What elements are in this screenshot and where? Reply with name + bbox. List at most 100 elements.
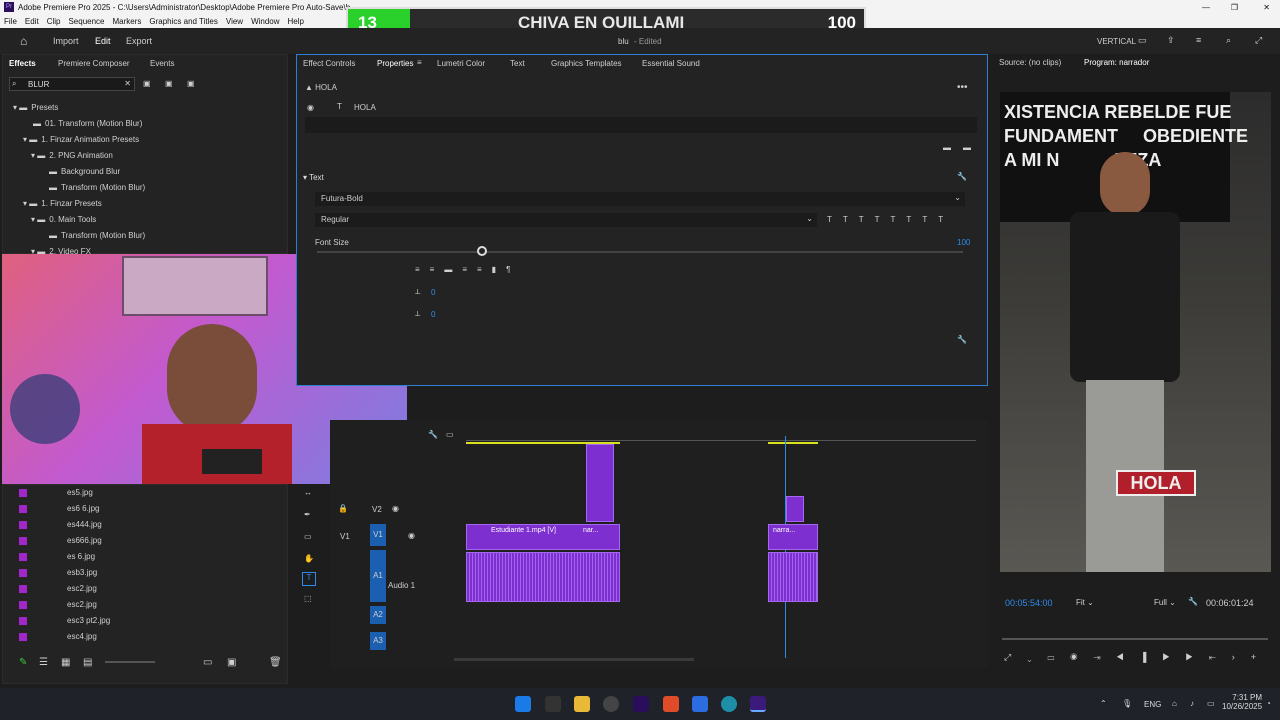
notepad-icon[interactable] bbox=[692, 696, 708, 712]
text-section-header[interactable]: ▾ Text bbox=[303, 173, 324, 182]
list-item[interactable]: esc3 pt2.jpg bbox=[19, 613, 110, 628]
ripple-edit-icon[interactable]: ↔ bbox=[304, 488, 312, 497]
tab-events[interactable]: Events bbox=[150, 59, 174, 68]
tab-graphics-templates[interactable]: Graphics Templates bbox=[551, 59, 622, 68]
tree-folder[interactable]: ▾ ▬ 0. Main Tools bbox=[31, 211, 96, 227]
new-item-icon[interactable]: ▣ bbox=[227, 657, 236, 668]
wrench-icon[interactable]: 🔧 bbox=[957, 172, 967, 181]
wrench-icon[interactable]: 🔧 bbox=[428, 430, 438, 439]
home-icon[interactable]: ⌂ bbox=[20, 34, 27, 48]
menu-file[interactable]: File bbox=[4, 17, 17, 26]
tree-preset[interactable]: ▬ Background Blur bbox=[49, 163, 120, 179]
program-scrubber[interactable] bbox=[1002, 638, 1268, 640]
windows-start-icon[interactable] bbox=[515, 696, 531, 712]
new-layer-icon[interactable]: ▬ bbox=[963, 143, 971, 152]
kerning-value[interactable]: 0 bbox=[431, 310, 435, 319]
folder-icon[interactable]: ▬ bbox=[943, 143, 951, 152]
icon-view-icon[interactable]: ▦ bbox=[61, 657, 70, 668]
a1-track-label[interactable]: A1 bbox=[370, 550, 386, 602]
volume-icon[interactable]: ♪ bbox=[1190, 699, 1194, 708]
menu-window[interactable]: Window bbox=[251, 17, 279, 26]
a2-track-label[interactable]: A2 bbox=[370, 606, 386, 624]
rectangle-tool-icon[interactable]: ▭ bbox=[304, 532, 312, 541]
font-family-dropdown[interactable]: Futura-Bold ⌄ bbox=[315, 192, 965, 206]
type-tool-icon[interactable]: T bbox=[302, 572, 316, 586]
slider-handle[interactable] bbox=[477, 246, 487, 256]
source-monitor-tab[interactable]: Source: (no clips) bbox=[999, 58, 1061, 67]
font-style-dropdown[interactable]: Regular ⌄ bbox=[315, 213, 817, 227]
hand-tool-icon[interactable]: ✋ bbox=[304, 554, 314, 563]
task-view-icon[interactable] bbox=[545, 696, 561, 712]
freeform-view-icon[interactable]: ▤ bbox=[83, 657, 92, 668]
menu-clip[interactable]: Clip bbox=[47, 17, 61, 26]
v1-eye-icon[interactable]: ◉ bbox=[408, 531, 415, 540]
tab-properties[interactable]: Properties bbox=[377, 59, 413, 68]
list-item[interactable]: es444.jpg bbox=[19, 517, 102, 532]
wrench-icon[interactable]: 🔧 bbox=[957, 335, 967, 344]
menu-help[interactable]: Help bbox=[288, 17, 304, 26]
tree-folder[interactable]: ▾ ▬ Presets bbox=[13, 99, 58, 115]
share-icon[interactable]: ⇪ bbox=[1167, 35, 1175, 46]
layer-name[interactable]: HOLA bbox=[354, 103, 376, 112]
list-item[interactable]: esb3.jpg bbox=[19, 565, 97, 580]
tree-folder[interactable]: ▾ ▬ 1. Finzar Presets bbox=[23, 195, 102, 211]
list-item[interactable]: esc4.jpg bbox=[19, 629, 97, 644]
menu-edit[interactable]: Edit bbox=[25, 17, 39, 26]
zoom-dropdown[interactable]: Fit ⌄ bbox=[1076, 598, 1118, 607]
premiere-taskbar-icon[interactable] bbox=[633, 696, 649, 712]
list-item[interactable]: es 6.jpg bbox=[19, 549, 95, 564]
tab-effect-controls[interactable]: Effect Controls bbox=[303, 59, 355, 68]
clear-search-icon[interactable]: ✕ bbox=[124, 79, 131, 88]
alignment-buttons[interactable]: ≡≡▬≡≡▮¶ bbox=[415, 265, 520, 274]
tab-export[interactable]: Export bbox=[126, 36, 152, 46]
tab-lumetri[interactable]: Lumetri Color bbox=[437, 59, 485, 68]
list-item[interactable]: esc2.jpg bbox=[19, 597, 97, 612]
a3-track-label[interactable]: A3 bbox=[370, 632, 386, 650]
more-options-icon[interactable]: ••• bbox=[957, 82, 968, 93]
tracking-value[interactable]: 0 bbox=[431, 288, 435, 297]
file-explorer-icon[interactable] bbox=[574, 696, 590, 712]
effects-search-box[interactable]: ⌕ BLUR ✕ bbox=[9, 77, 135, 91]
minimize-button[interactable]: — bbox=[1202, 3, 1210, 12]
graphic-clip[interactable] bbox=[786, 496, 804, 522]
list-view-icon[interactable]: ☰ bbox=[39, 657, 48, 668]
tree-folder[interactable]: ▾ ▬ 1. Finzar Animation Presets bbox=[23, 131, 139, 147]
font-size-value[interactable]: 100 bbox=[957, 238, 970, 247]
accelerated-filter-icon[interactable]: ▣ bbox=[143, 79, 151, 88]
tree-preset[interactable]: ▬ Transform (Motion Blur) bbox=[49, 227, 145, 243]
32bit-filter-icon[interactable]: ▣ bbox=[165, 79, 173, 88]
tree-preset[interactable]: ▬ Transform (Motion Blur) bbox=[49, 179, 145, 195]
effects-search-input[interactable]: BLUR bbox=[28, 80, 49, 89]
fullscreen-icon[interactable]: ⤢ bbox=[1255, 35, 1262, 46]
yuv-filter-icon[interactable]: ▣ bbox=[187, 79, 195, 88]
tab-import[interactable]: Import bbox=[53, 36, 79, 46]
pen-tool-icon[interactable]: ✒ bbox=[304, 510, 311, 519]
video-clip[interactable]: Estudiante 1.mp4 [V] nar... bbox=[466, 524, 620, 550]
microphone-icon[interactable]: 🎙 bbox=[1122, 699, 1132, 708]
quick-export-icon[interactable]: ≡ bbox=[1196, 35, 1201, 45]
network-icon[interactable]: ⌂ bbox=[1172, 699, 1177, 708]
pen-icon[interactable]: ✎ bbox=[19, 657, 27, 668]
text-style-buttons[interactable]: TTTTTTTT bbox=[827, 215, 954, 224]
more-tools-icon[interactable]: ⬚ bbox=[304, 594, 312, 603]
audio-clip[interactable] bbox=[768, 552, 818, 602]
eye-icon[interactable]: ◉ bbox=[307, 103, 314, 112]
new-bin-icon[interactable]: ▭ bbox=[203, 657, 212, 668]
tab-text[interactable]: Text bbox=[510, 59, 525, 68]
playhead-timecode[interactable]: 00:05:54:00 bbox=[1005, 598, 1053, 608]
program-monitor-tab[interactable]: Program: narrador bbox=[1084, 58, 1149, 67]
transport-controls[interactable]: ⤢⌄▭◉⇥◀▐▶▶⇤›+ bbox=[1004, 652, 1272, 663]
menu-sequence[interactable]: Sequence bbox=[68, 17, 104, 26]
zoom-slider[interactable] bbox=[105, 661, 155, 663]
menu-view[interactable]: View bbox=[226, 17, 243, 26]
text-clip[interactable] bbox=[586, 444, 614, 522]
trash-icon[interactable]: 🗑 bbox=[269, 657, 282, 668]
tab-edit[interactable]: Edit bbox=[95, 36, 111, 46]
tab-premiere-composer[interactable]: Premiere Composer bbox=[58, 59, 130, 68]
tab-effects[interactable]: Effects bbox=[9, 59, 36, 68]
audio-clip[interactable] bbox=[466, 552, 620, 602]
wrench-icon[interactable]: 🔧 bbox=[1188, 597, 1198, 606]
menu-graphics[interactable]: Graphics and Titles bbox=[149, 17, 217, 26]
clock[interactable]: 7:31 PM 10/26/2025 bbox=[1222, 693, 1262, 711]
timeline-scrollbar[interactable] bbox=[454, 658, 694, 661]
